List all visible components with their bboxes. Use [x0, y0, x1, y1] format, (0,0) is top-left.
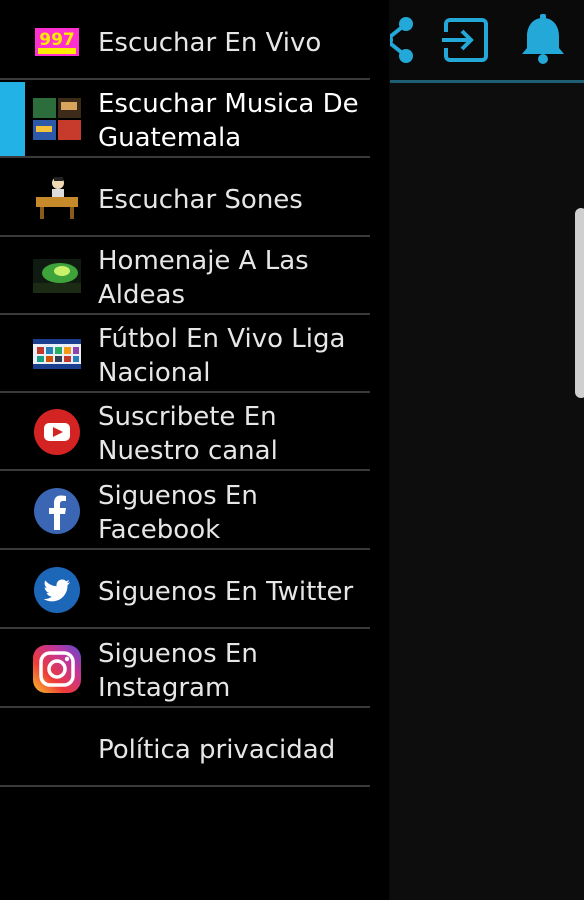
menu-item-label: Siguenos En Twitter [98, 577, 354, 607]
bell-icon[interactable] [518, 14, 568, 66]
menu-item-label: Fútbol En Vivo Liga Nacional [98, 324, 346, 388]
menu-item-homenaje-aldeas[interactable]: Homenaje A Las Aldeas [0, 237, 389, 315]
village-night-icon [33, 259, 81, 293]
football-league-icon [33, 339, 81, 369]
menu-item-label: Política privacidad [98, 735, 336, 765]
youtube-icon [34, 409, 80, 455]
menu-item-label: Escuchar Musica De Guatemala [98, 89, 359, 153]
menu-item-politica-privacidad[interactable]: Política privacidad [0, 709, 389, 787]
exit-to-app-icon[interactable] [440, 14, 490, 66]
menu-item-label: Suscribete En Nuestro canal [98, 402, 278, 466]
menu-divider [0, 469, 370, 471]
instagram-icon [33, 645, 81, 693]
facebook-icon [34, 488, 80, 534]
svg-text:997: 997 [39, 30, 75, 50]
menu-item-futbol-en-vivo[interactable]: Fútbol En Vivo Liga Nacional [0, 315, 389, 393]
menu-item-label: Escuchar En Vivo [98, 28, 322, 58]
menu-item-twitter[interactable]: Siguenos En Twitter [0, 551, 389, 629]
menu-item-label: Siguenos En Instagram [98, 639, 258, 703]
menu-divider [0, 627, 370, 629]
station-997-logo-icon: 997 [35, 28, 79, 56]
menu-divider [0, 156, 370, 158]
active-indicator [0, 82, 25, 158]
menu-divider [0, 706, 370, 708]
menu-item-musica-guatemala[interactable]: Escuchar Musica De Guatemala [0, 80, 389, 158]
app-screen: 997 Escuchar En Vivo Escuchar Musica De … [0, 0, 584, 900]
menu-divider [0, 548, 370, 550]
marimba-player-icon [36, 177, 78, 219]
navigation-drawer: 997 Escuchar En Vivo Escuchar Musica De … [0, 0, 390, 900]
menu-item-label: Escuchar Sones [98, 185, 303, 215]
twitter-icon [34, 567, 80, 613]
menu-item-escuchar-en-vivo[interactable]: 997 Escuchar En Vivo [0, 2, 389, 80]
menu-item-label: Siguenos En Facebook [98, 481, 258, 545]
scroll-handle[interactable] [575, 208, 584, 398]
menu-item-escuchar-sones[interactable]: Escuchar Sones [0, 159, 389, 237]
menu-item-label: Homenaje A Las Aldeas [98, 246, 309, 310]
guatemala-music-thumbnail-icon [33, 98, 81, 140]
menu-item-youtube[interactable]: Suscribete En Nuestro canal [0, 393, 389, 471]
menu-item-instagram[interactable]: Siguenos En Instagram [0, 630, 389, 708]
menu-divider [0, 785, 370, 787]
menu-item-facebook[interactable]: Siguenos En Facebook [0, 472, 389, 550]
